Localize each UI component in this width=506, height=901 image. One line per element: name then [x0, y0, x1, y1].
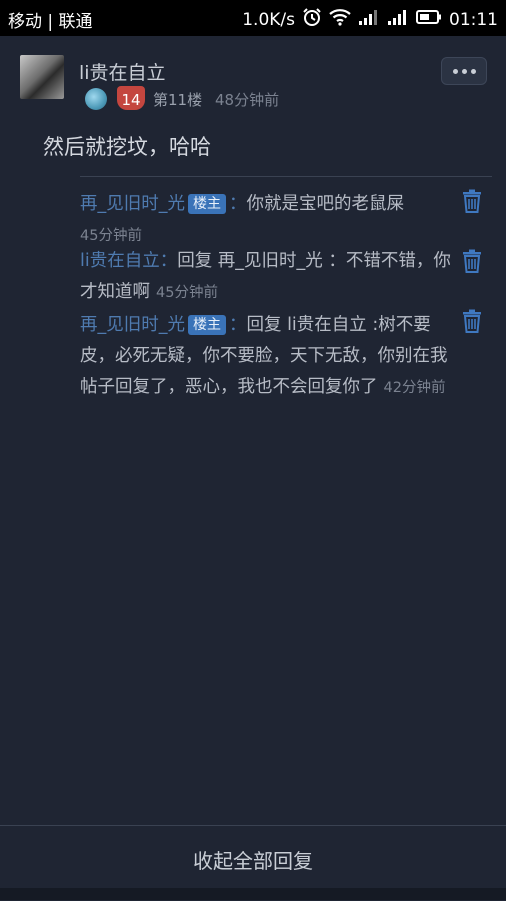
dot-icon [470, 68, 476, 74]
reply-author-link[interactable]: 再_见旧时_光 [80, 194, 185, 214]
reply-separator: ： [159, 251, 178, 271]
post-content: 然后就挖坟，哈哈 [43, 135, 211, 159]
status-bar: 移动 | 联通 1.0K/s 01:11 [0, 0, 506, 36]
level-badge: 14 [117, 86, 145, 110]
delete-icon[interactable] [461, 309, 483, 335]
op-tag: 楼主 [188, 194, 226, 214]
signal-icon [358, 8, 380, 31]
floor-number: 第11楼 [153, 91, 203, 109]
carrier-label: 移动 | 联通 [8, 12, 93, 32]
more-options-button[interactable] [441, 57, 487, 85]
dot-icon [461, 68, 467, 74]
alarm-icon [302, 7, 322, 32]
divider [80, 176, 492, 177]
network-speed: 1.0K/s [242, 9, 295, 30]
battery-icon [416, 8, 442, 31]
delete-icon[interactable] [461, 249, 483, 275]
clock: 01:11 [449, 9, 498, 30]
reply-author-link[interactable]: li贵在自立 [80, 251, 160, 271]
wifi-icon [329, 8, 351, 31]
reply-time: 45分钟前 [80, 228, 142, 244]
reply-text: 你就是宝吧的老鼠屎 [246, 194, 405, 214]
signal-icon [387, 8, 409, 31]
reply-item[interactable]: 再_见旧时_光 楼主 ：回复 li贵在自立 :树不要皮，必死无疑，你不要脸，天下无敌… [80, 310, 458, 404]
delete-icon[interactable] [461, 189, 483, 215]
reply-item[interactable]: li贵在自立：回复 再_见旧时_光 ：不错不错，你才知道啊 45分钟前 [80, 246, 458, 309]
reply-separator: ： [229, 315, 247, 335]
reply-item[interactable]: 再_见旧时_光 楼主 ：你就是宝吧的老鼠屎 45分钟前 [80, 189, 458, 252]
post-time: 48分钟前 [215, 91, 280, 109]
bottom-strip [0, 888, 506, 900]
post-username[interactable]: li贵在自立 [79, 58, 166, 85]
level-value: 14 [121, 91, 141, 109]
dot-icon [452, 68, 458, 74]
reply-separator: ： [229, 194, 247, 214]
reply-time: 45分钟前 [156, 285, 218, 301]
collapse-replies-button[interactable]: 收起全部回复 [0, 826, 506, 896]
op-tag: 楼主 [188, 315, 226, 335]
reply-time: 42分钟前 [383, 380, 446, 396]
reply-author-link[interactable]: 再_见旧时_光 [80, 315, 185, 335]
avatar[interactable] [20, 55, 64, 99]
member-badge-icon [85, 88, 107, 110]
